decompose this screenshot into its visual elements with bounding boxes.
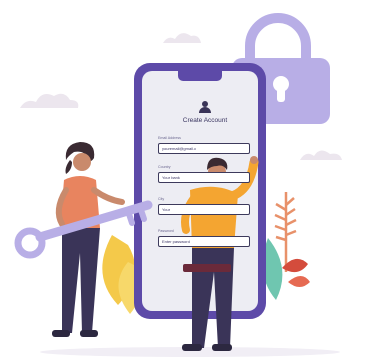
city-value: Your — [162, 207, 171, 212]
cloud-top — [163, 33, 201, 43]
email-field[interactable]: youremail@gmail.c — [158, 143, 250, 154]
submit-button[interactable] — [183, 264, 231, 272]
password-field[interactable]: Enter password — [158, 236, 250, 247]
email-value: youremail@gmail.c — [162, 146, 197, 151]
cloud-left — [20, 93, 79, 108]
city-field[interactable]: Your — [158, 204, 250, 215]
cloud-right — [300, 150, 342, 160]
country-value: Your bank — [162, 175, 180, 180]
country-field[interactable]: Your bank — [158, 172, 250, 183]
password-value: Enter password — [162, 239, 190, 244]
